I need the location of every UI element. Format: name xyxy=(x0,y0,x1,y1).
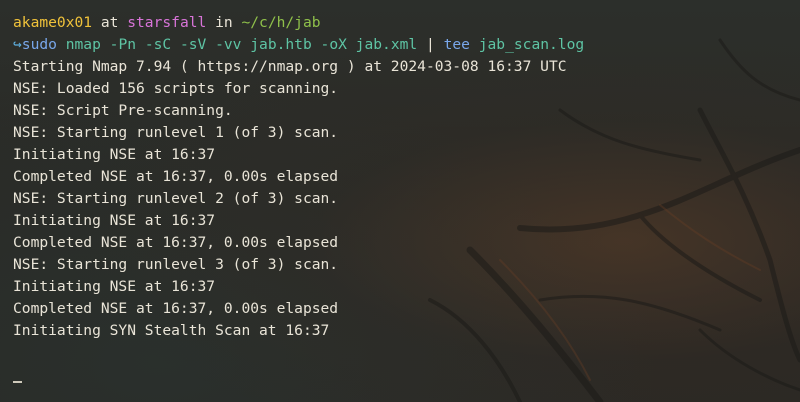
output-line: Initiating NSE at 16:37 xyxy=(13,278,216,295)
command-line: ↪sudo nmap -Pn -sC -sV -vv jab.htb -oX j… xyxy=(13,34,792,56)
text-cursor xyxy=(13,381,22,383)
output-line: NSE: Loaded 156 scripts for scanning. xyxy=(13,80,339,97)
prompt-arrow-icon: ↪ xyxy=(13,36,22,53)
prompt-host: starsfall xyxy=(127,14,207,31)
prompt-user: akame0x01 xyxy=(13,14,93,31)
prompt-in: in xyxy=(206,14,242,31)
output-line: Initiating NSE at 16:37 xyxy=(13,146,216,163)
output-line: Initiating SYN Stealth Scan at 16:37 xyxy=(13,322,330,339)
output-line: NSE: Starting runlevel 3 (of 3) scan. xyxy=(13,256,339,273)
prompt-at: at xyxy=(92,14,128,31)
command-args: nmap -Pn -sC -sV -vv jab.htb -oX jab.xml xyxy=(56,36,426,53)
cursor-line[interactable] xyxy=(13,364,792,386)
terminal-content: akame0x01 at starsfall in ~/c/h/jab ↪sud… xyxy=(13,12,792,386)
output-line: Completed NSE at 16:37, 0.00s elapsed xyxy=(13,234,339,251)
output-line: Completed NSE at 16:37, 0.00s elapsed xyxy=(13,300,339,317)
command-sudo: sudo xyxy=(21,36,57,53)
command-tee: tee xyxy=(434,36,470,53)
output-line: NSE: Starting runlevel 2 (of 3) scan. xyxy=(13,190,339,207)
terminal-window[interactable]: akame0x01 at starsfall in ~/c/h/jab ↪sud… xyxy=(0,0,800,402)
output-line: Completed NSE at 16:37, 0.00s elapsed xyxy=(13,168,339,185)
output-line: Starting Nmap 7.94 ( https://nmap.org ) … xyxy=(13,58,567,75)
output-line: NSE: Script Pre-scanning. xyxy=(13,102,233,119)
output-line: NSE: Starting runlevel 1 (of 3) scan. xyxy=(13,124,339,141)
prompt-path: ~/c/h/jab xyxy=(241,14,321,31)
command-tee-args: jab_scan.log xyxy=(469,36,585,53)
command-pipe: | xyxy=(425,36,435,53)
prompt-line: akame0x01 at starsfall in ~/c/h/jab xyxy=(13,12,792,34)
output-line: Initiating NSE at 16:37 xyxy=(13,212,216,229)
